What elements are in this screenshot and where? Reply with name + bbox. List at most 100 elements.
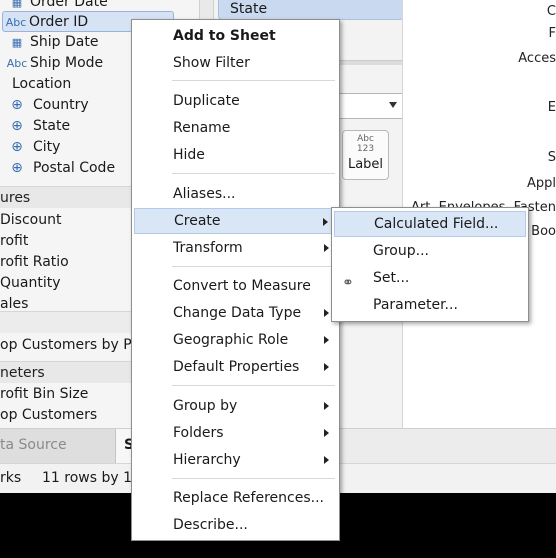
menu-add-to-sheet[interactable]: Add to Sheet (134, 23, 337, 49)
field-label: City (33, 139, 61, 155)
menu-show-filter[interactable]: Show Filter (134, 50, 337, 76)
menu-separator (172, 80, 335, 81)
field-city[interactable]: ⊕ City (4, 137, 60, 158)
view-label: E (547, 100, 556, 115)
field-label: Country (33, 97, 89, 113)
label-abc-text: Abc (357, 134, 374, 144)
field-label: Order ID (29, 14, 89, 30)
menu-geographic-role[interactable]: Geographic Role (134, 327, 337, 353)
menu-label: Replace References... (173, 490, 324, 506)
tab-data-source[interactable]: ta Source (0, 429, 116, 464)
view-label: F (548, 26, 556, 41)
menu-replace-references[interactable]: Replace References... (134, 485, 337, 511)
status-marks: rks (0, 470, 22, 486)
measure-quantity[interactable]: Quantity (0, 273, 61, 294)
menu-label: Change Data Type (173, 305, 302, 321)
submenu-arrow-icon (324, 363, 329, 371)
menu-group-by[interactable]: Group by (134, 393, 337, 419)
parameter-profit-bin-size[interactable]: rofit Bin Size (0, 384, 88, 405)
globe-icon: ⊕ (11, 97, 23, 113)
create-submenu: Calculated Field... Group... ⚭ Set... Par… (331, 207, 529, 322)
context-menu: Add to Sheet Show Filter Duplicate Renam… (131, 19, 340, 541)
menu-label: Convert to Measure (173, 278, 311, 294)
menu-folders[interactable]: Folders (134, 420, 337, 446)
globe-icon: ⊕ (11, 160, 23, 176)
menu-group[interactable]: Group... (334, 238, 526, 264)
menu-describe[interactable]: Describe... (134, 512, 337, 538)
abc-icon: Abc (5, 16, 27, 29)
menu-label: Set... (373, 270, 410, 286)
field-postal-code[interactable]: ⊕ Postal Code (4, 158, 115, 179)
field-label: Ship Date (30, 34, 99, 50)
menu-label: Create (174, 213, 221, 229)
set-top-customers-by-profit[interactable]: op Customers by Pro (0, 335, 145, 356)
view-label: Boo (531, 224, 556, 239)
menu-create[interactable]: Create (134, 208, 337, 234)
measure-profit-ratio[interactable]: rofit Ratio (0, 252, 69, 273)
view-label: S (547, 150, 556, 165)
menu-label: Default Properties (173, 359, 300, 375)
menu-label: Show Filter (173, 55, 250, 71)
view-label: Acces (518, 51, 556, 66)
view-label: Appl (526, 176, 556, 191)
field-state[interactable]: ⊕ State (4, 116, 70, 137)
field-ship-mode[interactable]: Abc Ship Mode (4, 53, 103, 74)
folder-location[interactable]: Location (12, 74, 71, 95)
view-label: C (546, 4, 556, 19)
globe-icon: ⊕ (11, 118, 23, 134)
field-label: Ship Mode (30, 55, 104, 71)
abc-icon: Abc (6, 57, 28, 70)
parameter-top-customers[interactable]: op Customers (0, 405, 97, 426)
menu-label: Transform (173, 240, 243, 256)
label-text: Label (347, 157, 384, 172)
menu-label: Calculated Field... (374, 216, 499, 232)
menu-separator (172, 478, 335, 479)
submenu-arrow-icon (324, 429, 329, 437)
rows-pill-state[interactable]: State (218, 0, 404, 20)
menu-label: Group... (373, 243, 429, 259)
menu-separator (172, 385, 335, 386)
measure-discount[interactable]: Discount (0, 210, 61, 231)
menu-set[interactable]: ⚭ Set... (334, 265, 526, 291)
menu-rename[interactable]: Rename (134, 115, 337, 141)
menu-label: Duplicate (173, 93, 240, 109)
field-label: State (33, 118, 71, 134)
menu-parameter[interactable]: Parameter... (334, 292, 526, 318)
menu-aliases[interactable]: Aliases... (134, 181, 337, 207)
calendar-icon: ▦ (11, 36, 23, 49)
field-label: Order Date (30, 0, 108, 10)
measure-sales[interactable]: ales (0, 294, 28, 310)
measure-profit[interactable]: rofit (0, 231, 28, 252)
label-123-text: 123 (356, 144, 375, 154)
submenu-arrow-icon (323, 218, 328, 226)
chevron-down-icon (389, 102, 397, 108)
menu-default-properties[interactable]: Default Properties (134, 354, 337, 380)
globe-icon: ⊕ (11, 139, 23, 155)
menu-hierarchy[interactable]: Hierarchy (134, 447, 337, 473)
menu-hide[interactable]: Hide (134, 142, 337, 168)
menu-change-data-type[interactable]: Change Data Type (134, 300, 337, 326)
field-ship-date[interactable]: ▦ Ship Date (4, 32, 99, 53)
submenu-arrow-icon (324, 336, 329, 344)
menu-label: Add to Sheet (173, 28, 276, 44)
submenu-arrow-icon (324, 456, 329, 464)
field-country[interactable]: ⊕ Country (4, 95, 89, 116)
menu-label: Rename (173, 120, 231, 136)
menu-separator (172, 173, 335, 174)
menu-label: Describe... (173, 517, 248, 533)
field-label: Postal Code (33, 160, 116, 176)
menu-label: Geographic Role (173, 332, 289, 348)
menu-transform[interactable]: Transform (134, 235, 337, 261)
menu-label: Hierarchy (173, 452, 241, 468)
menu-label: Aliases... (173, 186, 236, 202)
submenu-arrow-icon (324, 402, 329, 410)
menu-duplicate[interactable]: Duplicate (134, 88, 337, 114)
menu-calculated-field[interactable]: Calculated Field... (334, 211, 526, 237)
menu-label: Hide (173, 147, 205, 163)
label-mark-button[interactable]: Abc 123 Label (342, 130, 389, 180)
menu-label: Group by (173, 398, 238, 414)
submenu-arrow-icon (324, 244, 329, 252)
submenu-arrow-icon (324, 309, 329, 317)
menu-separator (172, 266, 335, 267)
menu-convert-to-measure[interactable]: Convert to Measure (134, 273, 337, 299)
